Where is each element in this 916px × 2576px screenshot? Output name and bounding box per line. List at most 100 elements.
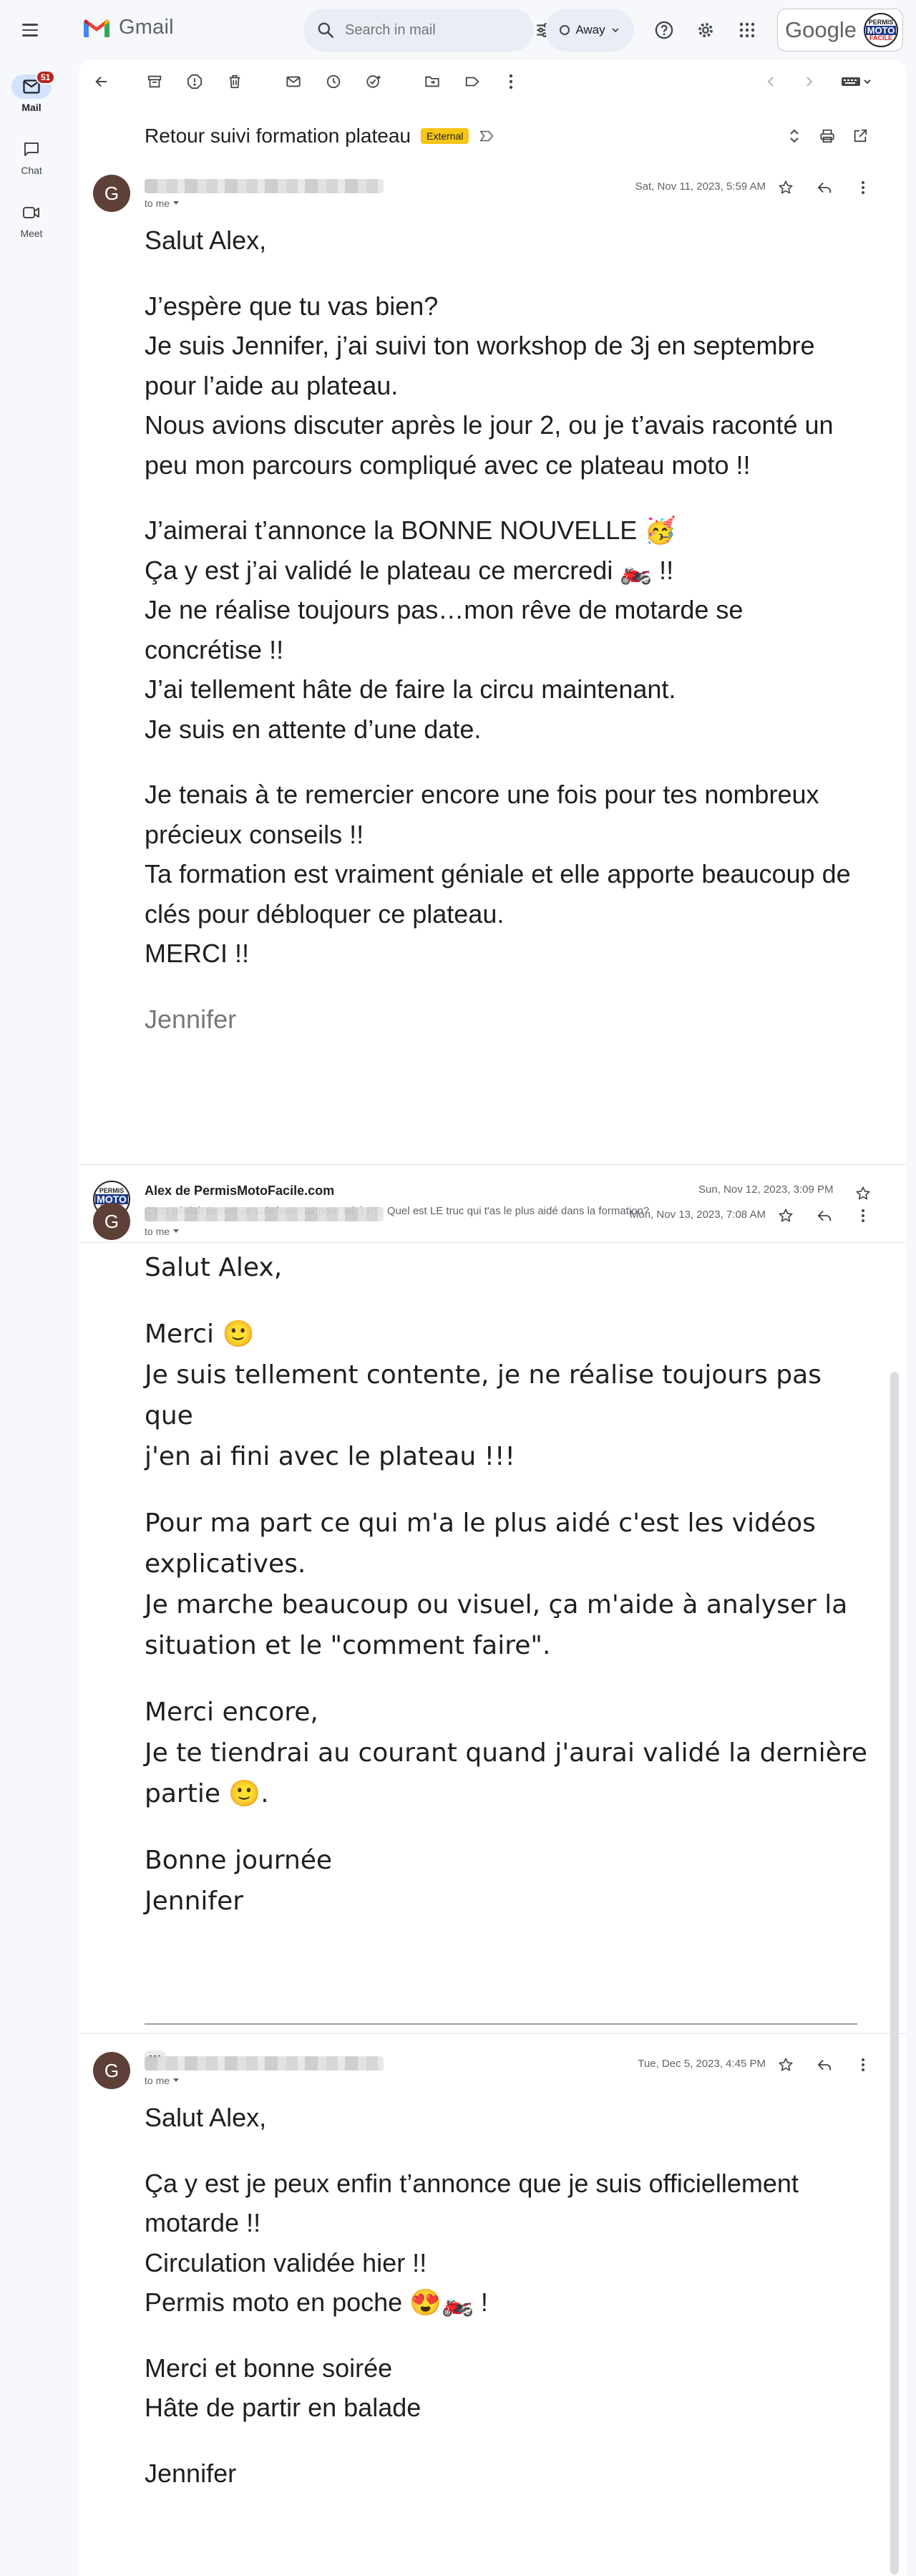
nav-mail[interactable]: 51 Mail: [0, 70, 63, 113]
message-body: Salut Alex, Merci 🙂 Je suis tellement co…: [145, 1247, 874, 1922]
more-options-icon[interactable]: [497, 67, 525, 96]
account-switcher[interactable]: Google PERMIS MOTO FACILE: [777, 9, 903, 52]
message-more-icon[interactable]: [849, 2050, 877, 2079]
body-line: Je suis en attente d’une date.: [145, 714, 482, 744]
mark-unread-icon[interactable]: [279, 67, 308, 96]
print-icon[interactable]: [813, 122, 842, 150]
recipients-toggle[interactable]: to me: [145, 198, 180, 209]
scrollbar-thumb[interactable]: [890, 1372, 899, 2575]
older-chevron-icon[interactable]: [794, 67, 823, 96]
body-line: [145, 1477, 874, 1503]
gmail-logo[interactable]: Gmail: [82, 16, 174, 39]
body-line: Merci encore,: [145, 1698, 318, 1727]
body-line: explicatives.: [145, 1549, 306, 1579]
app-name: Gmail: [119, 16, 174, 39]
reply-icon[interactable]: [810, 173, 839, 202]
settings-gear-icon[interactable]: [690, 14, 721, 46]
search-bar[interactable]: [303, 9, 551, 52]
nav-chat-label: Chat: [21, 165, 42, 176]
sender-name-redacted: [145, 179, 384, 193]
recipients-toggle[interactable]: to me: [145, 2075, 180, 2086]
quoted-text-divider: [145, 2023, 857, 2025]
body-line: peu mon parcours compliqué avec ce plate…: [145, 450, 751, 480]
body-line: [145, 1288, 874, 1314]
body-line: Ça y est je peux enfin t’annonce que je …: [145, 2168, 799, 2198]
nav-meet-label: Meet: [20, 228, 43, 239]
body-line: clés pour débloquer ce plateau.: [145, 899, 505, 929]
input-tools-keyboard-icon[interactable]: [834, 67, 879, 96]
apps-grid-icon[interactable]: [731, 14, 763, 46]
message-more-icon[interactable]: [849, 173, 877, 202]
body-line: Hâte de partir en balade: [145, 2393, 422, 2422]
body-line: Ta formation est vraiment géniale et ell…: [145, 859, 851, 888]
status-selector[interactable]: Away: [545, 9, 634, 52]
status-dot-icon: [560, 25, 570, 35]
body-line: motarde !!: [145, 2208, 261, 2237]
body-line: [145, 1814, 874, 1840]
star-icon[interactable]: [771, 173, 800, 202]
delete-trash-icon[interactable]: [220, 67, 249, 96]
body-line: [145, 2323, 874, 2348]
message-toolbar: [79, 60, 906, 103]
message-date: Mon, Nov 13, 2023, 7:08 AM: [629, 1209, 766, 1221]
help-icon[interactable]: [648, 14, 680, 46]
body-line: Salut Alex,: [145, 2103, 267, 2132]
message-view-panel: Retour suivi formation plateau External …: [79, 60, 906, 2576]
sender-name: Alex de PermisMotoFacile.com: [145, 1183, 335, 1198]
nav-chat[interactable]: Chat: [0, 137, 63, 176]
reply-icon[interactable]: [810, 1201, 839, 1230]
star-icon[interactable]: [771, 1201, 800, 1230]
body-line: [145, 485, 874, 510]
search-input[interactable]: [345, 21, 535, 39]
body-line: Permis moto en poche 😍🏍️ !: [145, 2287, 488, 2317]
main-menu-icon[interactable]: [16, 17, 44, 43]
body-line: pour l’aide au plateau.: [145, 370, 399, 400]
sender-name-redacted: [145, 2056, 384, 2071]
sender-name-redacted: [145, 1207, 384, 1221]
message-date: Sun, Nov 12, 2023, 3:09 PM: [698, 1183, 834, 1196]
reply-icon[interactable]: [810, 2050, 839, 2079]
star-icon[interactable]: [771, 2050, 800, 2079]
back-arrow-icon[interactable]: [87, 67, 116, 96]
body-line: Je suis tellement contente, je ne réalis…: [145, 1360, 830, 1430]
body-line: Salut Alex,: [145, 1253, 283, 1282]
subject-row: Retour suivi formation plateau External: [145, 125, 494, 147]
importance-marker-icon[interactable]: [479, 129, 494, 143]
nav-meet[interactable]: Meet: [0, 200, 63, 239]
body-line: Je ne réalise toujours pas…mon rêve de m…: [145, 595, 744, 624]
body-line: [145, 2138, 874, 2164]
body-line: [145, 261, 874, 286]
body-line: Bonne journée: [145, 1846, 333, 1875]
body-line: Nous avions discuter après le jour 2, ou…: [145, 410, 834, 440]
archive-icon[interactable]: [140, 67, 169, 96]
sender-avatar[interactable]: G: [93, 175, 130, 212]
thread-subject: Retour suivi formation plateau: [145, 125, 411, 147]
open-in-new-window-icon[interactable]: [846, 122, 874, 150]
caret-down-icon: [173, 201, 180, 205]
sender-avatar[interactable]: G: [93, 1203, 130, 1240]
sender-avatar[interactable]: G: [93, 2052, 130, 2089]
snooze-clock-icon[interactable]: [319, 67, 348, 96]
account-avatar[interactable]: PERMIS MOTO FACILE: [864, 13, 898, 47]
unread-count-badge: 51: [36, 70, 56, 84]
move-to-folder-icon[interactable]: [418, 67, 447, 96]
expand-all-icon[interactable]: [780, 122, 809, 150]
recipients-toggle[interactable]: to me: [145, 1226, 180, 1237]
message-body: Salut Alex, J’espère que tu vas bien? Je…: [145, 221, 874, 1039]
body-line: Ça y est j’ai validé le plateau ce mercr…: [145, 555, 674, 585]
add-to-tasks-icon[interactable]: [359, 67, 388, 96]
newer-chevron-icon[interactable]: [757, 67, 786, 96]
message-more-icon[interactable]: [849, 1201, 877, 1230]
body-line: J’ai tellement hâte de faire la circu ma…: [145, 674, 676, 704]
label-tag-icon[interactable]: [458, 67, 487, 96]
search-icon[interactable]: [316, 19, 335, 41]
body-line: MERCI !!: [145, 939, 250, 968]
caret-down-icon: [173, 2078, 180, 2082]
body-line: Salut Alex,: [145, 226, 267, 255]
signature: Jennifer: [145, 2458, 237, 2488]
external-label-badge[interactable]: External: [420, 128, 469, 144]
body-line: Je suis Jennifer, j’ai suivi ton worksho…: [145, 331, 815, 360]
status-label: Away: [575, 23, 605, 37]
report-spam-icon[interactable]: [180, 67, 209, 96]
body-line: [145, 1666, 874, 1692]
